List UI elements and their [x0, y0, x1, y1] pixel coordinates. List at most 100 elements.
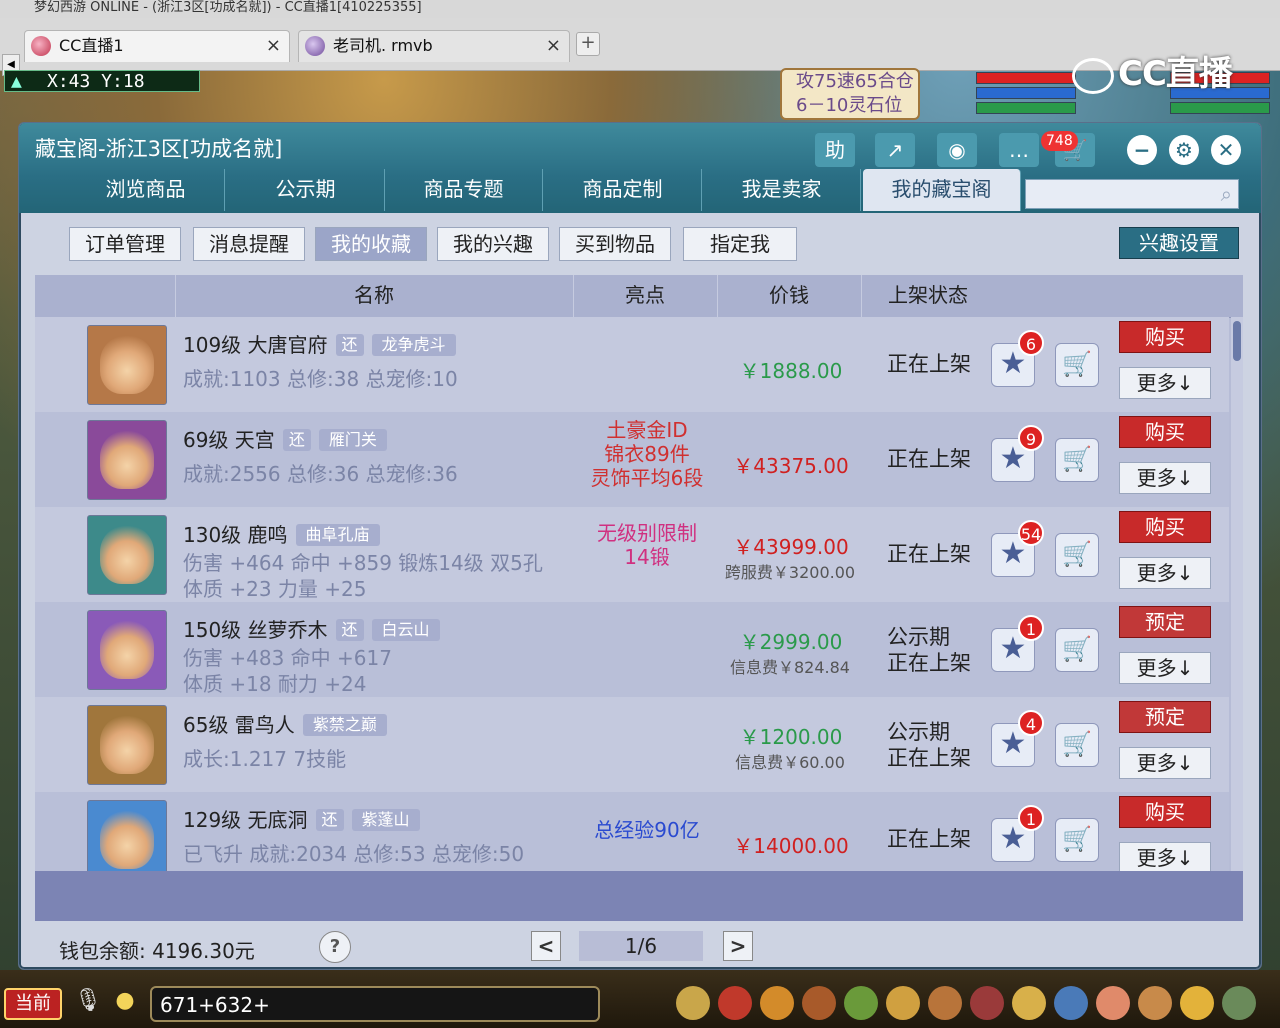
nav-tab-my-pavilion[interactable]: 我的藏宝阁 — [863, 169, 1021, 211]
game-bottom-bar: 当前 🎙 ● 671+632+ — [0, 970, 1280, 1028]
nav-tab-topics[interactable]: 商品专题 — [385, 169, 543, 211]
map-icon[interactable] — [1054, 986, 1088, 1020]
listing-status: 正在上架 — [887, 542, 971, 566]
more-button[interactable]: 更多↓ — [1119, 652, 1211, 684]
favorite-star-icon[interactable]: ★ 54 — [991, 520, 1044, 577]
reserve-button[interactable]: 预定 — [1119, 606, 1211, 638]
item-detail: 成就:2556 总修:36 总宠修:36 — [183, 462, 458, 486]
help-icon[interactable]: 助 — [815, 133, 855, 167]
previous-page-button[interactable]: < — [531, 931, 561, 961]
interest-settings-button[interactable]: 兴趣设置 — [1119, 227, 1239, 259]
subtab-favorites[interactable]: 我的收藏 — [315, 227, 427, 261]
table-row[interactable]: 69级 天宫还雁门关 成就:2556 总修:36 总宠修:36 土豪金ID 锦衣8… — [35, 412, 1229, 507]
add-to-cart-icon[interactable]: 🛒 — [1055, 533, 1099, 577]
scrollbar-thumb[interactable] — [1233, 321, 1241, 361]
nav-tab-seller[interactable]: 我是卖家 — [703, 169, 861, 211]
item-avatar[interactable] — [87, 325, 167, 405]
system-icon[interactable] — [1222, 986, 1256, 1020]
more-button[interactable]: 更多↓ — [1119, 367, 1211, 399]
return-tag: 还 — [315, 809, 344, 831]
more-button[interactable]: 更多↓ — [1119, 557, 1211, 589]
table-row[interactable]: 130级 鹿鸣 曲阜孔庙 伤害 +464 命中 +859 锻炼14级 双5孔 体质… — [35, 507, 1229, 602]
close-icon[interactable]: ✕ — [1211, 135, 1241, 165]
reserve-button[interactable]: 预定 — [1119, 701, 1211, 733]
tab-label: CC直播1 — [59, 36, 124, 55]
add-to-cart-icon[interactable]: 🛒 — [1055, 628, 1099, 672]
table-row[interactable]: 150级 丝萝乔木还白云山 伤害 +483 命中 +617 体质 +18 耐力 … — [35, 602, 1229, 697]
add-to-cart-icon[interactable]: 🛒 — [1055, 343, 1099, 387]
nav-tab-browse[interactable]: 浏览商品 — [67, 169, 225, 211]
close-icon[interactable]: × — [546, 31, 561, 61]
minimize-icon[interactable]: − — [1127, 135, 1157, 165]
settings-gear-icon[interactable]: ⚙ — [1169, 135, 1199, 165]
buy-button[interactable]: 购买 — [1119, 416, 1211, 448]
scrollbar[interactable] — [1231, 317, 1243, 871]
subtab-interests[interactable]: 我的兴趣 — [437, 227, 549, 261]
chat-input[interactable]: 671+632+ — [150, 986, 600, 1022]
quest-tracker[interactable]: 攻75速65合仓 6－10灵石位 — [780, 68, 920, 120]
table-row[interactable]: 109级 大唐官府还龙争虎斗 成就:1103 总修:38 总宠修:10 ￥188… — [35, 317, 1229, 412]
subtab-orders[interactable]: 订单管理 — [69, 227, 181, 261]
message-count-badge: 748 — [1041, 131, 1078, 151]
subtab-purchased[interactable]: 买到物品 — [559, 227, 671, 261]
cc-favicon-icon — [31, 36, 51, 56]
chat-bubble-icon[interactable]: ● — [108, 988, 142, 1020]
handshake-icon[interactable] — [1138, 986, 1172, 1020]
search-icon[interactable]: ⌕ — [1221, 182, 1232, 206]
item-avatar[interactable] — [87, 800, 167, 871]
more-button[interactable]: 更多↓ — [1119, 747, 1211, 779]
add-to-cart-icon[interactable]: 🛒 — [1055, 723, 1099, 767]
item-avatar[interactable] — [87, 420, 167, 500]
guild-icon[interactable] — [886, 986, 920, 1020]
share-icon[interactable]: ↗ — [875, 133, 915, 167]
search-input[interactable]: ⌕ — [1025, 179, 1239, 209]
nav-tab-custom[interactable]: 商品定制 — [544, 169, 702, 211]
quest-line: 攻75速65合仓 — [796, 71, 914, 92]
bag-icon[interactable] — [718, 986, 752, 1020]
friends-icon[interactable] — [844, 986, 878, 1020]
more-button[interactable]: 更多↓ — [1119, 462, 1211, 494]
favorite-star-icon[interactable]: ★ 9 — [991, 425, 1044, 482]
pet-icon[interactable] — [760, 986, 794, 1020]
cc-live-logo: CC直播 — [1072, 46, 1233, 95]
peach-icon[interactable] — [1096, 986, 1130, 1020]
add-to-cart-icon[interactable]: 🛒 — [1055, 438, 1099, 482]
buy-button[interactable]: 购买 — [1119, 511, 1211, 543]
close-icon[interactable]: × — [266, 31, 281, 61]
browser-tab-cc[interactable]: CC直播1 × — [24, 30, 290, 62]
subtab-messages[interactable]: 消息提醒 — [193, 227, 305, 261]
current-channel-button[interactable]: 当前 — [4, 988, 62, 1020]
browser-tab-video[interactable]: 老司机. rmvb × — [298, 30, 570, 62]
subtab-assigned[interactable]: 指定我 — [683, 227, 797, 261]
quest-icon[interactable] — [928, 986, 962, 1020]
favorite-star-icon[interactable]: ★ 6 — [991, 330, 1044, 387]
more-button[interactable]: 更多↓ — [1119, 842, 1211, 871]
record-icon[interactable]: ◉ — [937, 133, 977, 167]
item-avatar[interactable] — [87, 705, 167, 785]
table-header: 名称 亮点 价钱 上架状态 — [35, 275, 1243, 318]
item-name: 65级 雷鸟人 — [183, 713, 295, 737]
help-icon[interactable]: ? — [319, 931, 351, 963]
new-tab-button[interactable]: + — [576, 32, 600, 56]
smiley-icon[interactable] — [1180, 986, 1214, 1020]
next-page-button[interactable]: > — [723, 931, 753, 961]
microphone-icon[interactable]: 🎙 — [74, 988, 102, 1020]
item-detail: 成就:1103 总修:38 总宠修:10 — [183, 367, 458, 391]
team-icon[interactable] — [802, 986, 836, 1020]
item-avatar[interactable] — [87, 515, 167, 595]
buy-button[interactable]: 购买 — [1119, 796, 1211, 828]
dialog-title: 藏宝阁-浙江3区[功成名就] — [35, 137, 283, 161]
trade-icon[interactable] — [970, 986, 1004, 1020]
buy-button[interactable]: 购买 — [1119, 321, 1211, 353]
bell-icon[interactable] — [1012, 986, 1046, 1020]
nav-tab-publicity[interactable]: 公示期 — [227, 169, 385, 211]
favorite-star-icon[interactable]: ★ 1 — [991, 805, 1044, 862]
favorite-star-icon[interactable]: ★ 4 — [991, 710, 1044, 767]
add-to-cart-icon[interactable]: 🛒 — [1055, 818, 1099, 862]
item-avatar[interactable] — [87, 610, 167, 690]
table-row[interactable]: 65级 雷鸟人 紫禁之巅 成长:1.217 7技能 ￥1200.00 信息费￥60… — [35, 697, 1229, 792]
table-row[interactable]: 129级 无底洞还紫蓬山 已飞升 成就:2034 总修:53 总宠修:50 总经… — [35, 792, 1229, 871]
sword-icon[interactable] — [676, 986, 710, 1020]
favorite-star-icon[interactable]: ★ 1 — [991, 615, 1044, 672]
message-icon[interactable]: … — [999, 133, 1039, 167]
